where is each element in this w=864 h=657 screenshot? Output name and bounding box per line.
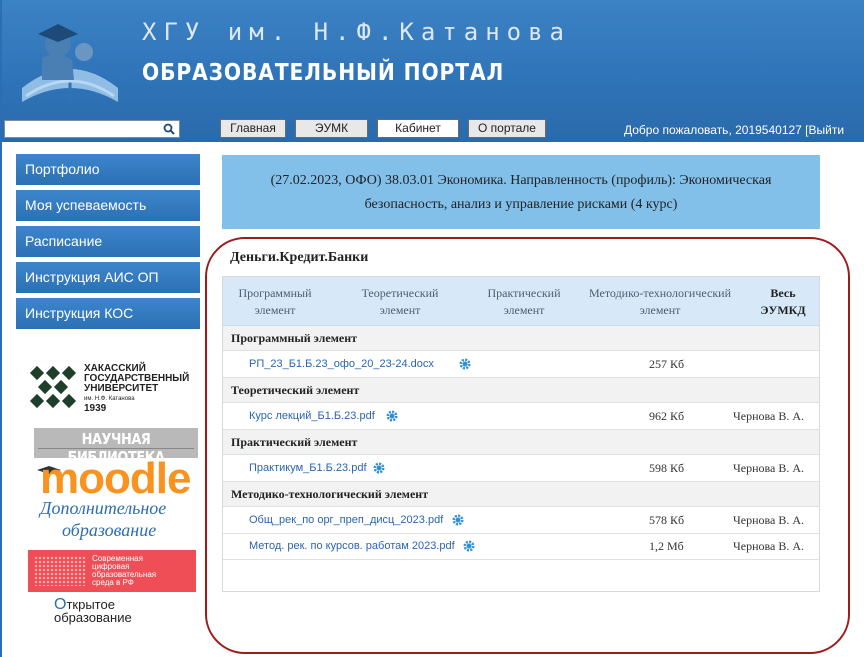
file-link[interactable]: Общ_рек_по орг_преп_дисц_2023.pdf	[249, 508, 443, 533]
nav-about[interactable]: О портале	[468, 119, 546, 138]
sidebar: Портфолио Моя успеваемость Расписание Ин…	[16, 154, 200, 334]
settings-gear-icon[interactable]	[459, 358, 471, 370]
file-size: 257 Кб	[649, 357, 685, 371]
sidebar-item-kos-guide[interactable]: Инструкция КОС	[16, 298, 200, 329]
col-theoretical[interactable]: Теоретический элемент	[341, 285, 459, 319]
section-program: Программный элемент	[223, 326, 819, 351]
digital-env-dots	[34, 556, 86, 586]
sidebar-item-grades[interactable]: Моя успеваемость	[16, 190, 200, 221]
file-link[interactable]: РП_23_Б1.Б.23_офо_20_23-24.docx	[249, 352, 434, 377]
search-icon[interactable]	[163, 123, 175, 135]
nav-eumk[interactable]: ЭУМК	[295, 119, 368, 138]
table-header: Программный элемент Теоретический элемент …	[223, 277, 819, 326]
main-nav: Главная ЭУМК Кабинет О портале	[220, 119, 546, 138]
col-methodical[interactable]: Методико-технологический элемент	[585, 285, 735, 319]
sidebar-item-portfolio[interactable]: Портфолио	[16, 154, 200, 185]
file-author: Чернова В. А.	[733, 409, 805, 423]
settings-gear-icon[interactable]	[386, 410, 398, 422]
file-author: Чернова В. А.	[733, 539, 805, 553]
course-banner: (27.02.2023, ОФО) 38.03.01 Экономика. На…	[222, 155, 820, 229]
file-row: Курс лекций_Б1.Б.23.pdf 962 Кб Чернова В…	[223, 404, 819, 430]
file-row: Практикум_Б1.Б.23.pdf 598 Кб Чернова В. …	[223, 456, 819, 482]
site-header: ХГУ им. Н.Ф.Катанова ОБРАЗОВАТЕЛЬНЫЙ ПОР…	[2, 0, 864, 142]
settings-gear-icon[interactable]	[373, 462, 385, 474]
file-row: Общ_рек_по орг_преп_дисц_2023.pdf 578 Кб…	[223, 508, 819, 534]
university-name: ХГУ им. Н.Ф.Катанова	[142, 18, 571, 46]
section-theoretical: Теоретический элемент	[223, 378, 819, 403]
open-education-logo[interactable]: Открытое образование	[54, 597, 132, 625]
file-size: 598 Кб	[649, 461, 685, 475]
col-full-eumkd[interactable]: Весь ЭУМКД	[753, 285, 813, 319]
search-input[interactable]	[4, 120, 180, 138]
discipline-title: Деньги.Кредит.Банки	[230, 250, 369, 265]
file-author: Чернова В. А.	[733, 461, 805, 475]
digital-env-text: Современная цифровая образовательная сре…	[92, 554, 157, 587]
file-size: 962 Кб	[649, 409, 685, 423]
section-practical: Практический элемент	[223, 430, 819, 455]
moodle-logo[interactable]: moodle	[40, 454, 191, 504]
dop-education-line2[interactable]: образование	[62, 520, 156, 541]
khsu-logo-text: ХАКАССКИЙ ГОСУДАРСТВЕННЫЙ УНИВЕРСИТЕТ им…	[84, 363, 190, 414]
materials-table: Программный элемент Теоретический элемент …	[222, 276, 820, 592]
file-row: РП_23_Б1.Б.23_офо_20_23-24.docx 257 Кб	[223, 352, 819, 378]
khsu-logo[interactable]: ХАКАССКИЙ ГОСУДАРСТВЕННЫЙ УНИВЕРСИТЕТ им…	[28, 362, 198, 420]
settings-gear-icon[interactable]	[463, 540, 475, 552]
file-author: Чернова В. А.	[733, 513, 805, 527]
sidebar-item-ais-guide[interactable]: Инструкция АИС ОП	[16, 262, 200, 293]
nav-home[interactable]: Главная	[220, 119, 286, 138]
welcome-logout-link[interactable]: Добро пожаловать, 2019540127 [Выйти	[624, 123, 844, 137]
digital-env-logo[interactable]: Современная цифровая образовательная сре…	[28, 550, 196, 592]
portal-logo[interactable]	[12, 10, 128, 114]
col-practical[interactable]: Практический элемент	[469, 285, 579, 319]
section-methodical: Методико-технологический элемент	[223, 482, 819, 507]
file-size: 1,2 Мб	[649, 539, 684, 553]
col-program[interactable]: Программный элемент	[229, 285, 321, 319]
khsu-emblem-icon	[29, 365, 77, 409]
file-size: 578 Кб	[649, 513, 685, 527]
dop-education-line1[interactable]: Дополнительное	[40, 498, 166, 519]
sidebar-item-schedule[interactable]: Расписание	[16, 226, 200, 257]
file-row: Метод. рек. по курсов. работам 2023.pdf …	[223, 534, 819, 560]
library-divider	[38, 448, 194, 453]
nav-cabinet[interactable]: Кабинет	[377, 119, 459, 138]
file-link[interactable]: Метод. рек. по курсов. работам 2023.pdf	[249, 534, 455, 559]
file-link[interactable]: Практикум_Б1.Б.23.pdf	[249, 456, 367, 481]
file-link[interactable]: Курс лекций_Б1.Б.23.pdf	[249, 404, 375, 429]
settings-gear-icon[interactable]	[452, 514, 464, 526]
portal-title: ОБРАЗОВАТЕЛЬНЫЙ ПОРТАЛ	[142, 60, 505, 86]
